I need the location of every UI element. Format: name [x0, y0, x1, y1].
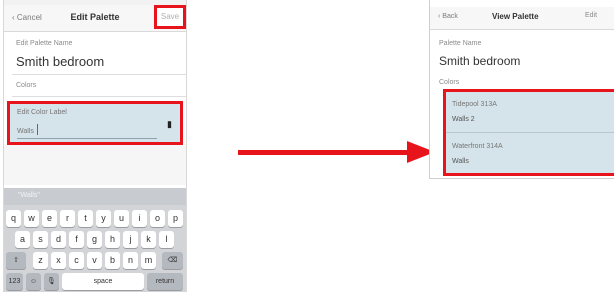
- key-f[interactable]: f: [69, 231, 84, 248]
- colors-section-label: Colors: [439, 79, 460, 86]
- key-d[interactable]: d: [51, 231, 66, 248]
- key-c[interactable]: c: [69, 252, 84, 269]
- color-label-input[interactable]: [17, 124, 157, 139]
- shift-key[interactable]: ⇧: [6, 252, 26, 269]
- list-item[interactable]: Tidepool 313A Walls 2: [452, 101, 497, 123]
- keyboard-suggestion-bar[interactable]: "Walls": [4, 188, 186, 205]
- edit-palette-screen: ‹ Cancel Edit Palette Save Edit Palette …: [3, 0, 187, 292]
- key-e[interactable]: e: [42, 210, 57, 227]
- key-a[interactable]: a: [15, 231, 30, 248]
- divider: [446, 132, 614, 133]
- key-g[interactable]: g: [87, 231, 102, 248]
- key-z[interactable]: z: [33, 252, 48, 269]
- palette-name-value: Smith bedroom: [439, 54, 521, 68]
- key-w[interactable]: w: [24, 210, 39, 227]
- key-b[interactable]: b: [105, 252, 120, 269]
- microphone-icon: 🎙: [47, 278, 56, 285]
- emoji-key[interactable]: ☺: [26, 273, 41, 290]
- dictation-key[interactable]: 🎙: [44, 273, 59, 290]
- key-t[interactable]: t: [78, 210, 93, 227]
- colors-list: Tidepool 313A Walls 2 Waterfront 314A Wa…: [443, 89, 614, 176]
- space-key[interactable]: space: [62, 273, 144, 290]
- edit-button[interactable]: Edit: [585, 12, 597, 19]
- key-q[interactable]: q: [6, 210, 21, 227]
- emoji-icon: ☺: [29, 278, 38, 285]
- keyboard-row-4: 123 ☺ 🎙 space return: [4, 273, 186, 290]
- key-r[interactable]: r: [60, 210, 75, 227]
- text-cursor: [37, 124, 38, 135]
- list-item[interactable]: Waterfront 314A Walls: [452, 143, 503, 165]
- palette-name-label: Edit Palette Name: [16, 40, 73, 47]
- divider: [12, 74, 186, 75]
- key-m[interactable]: m: [141, 252, 156, 269]
- palette-name-field[interactable]: Smith bedroom: [16, 54, 104, 69]
- key-o[interactable]: o: [150, 210, 165, 227]
- key-h[interactable]: h: [105, 231, 120, 248]
- list-empty-area: [4, 145, 186, 185]
- palette-name-label: Palette Name: [439, 40, 482, 47]
- key-p[interactable]: p: [168, 210, 183, 227]
- key-x[interactable]: x: [51, 252, 66, 269]
- keyboard-row-3: ⇧ z x c v b n m ⌫: [4, 252, 186, 269]
- numbers-key[interactable]: 123: [6, 273, 23, 290]
- key-j[interactable]: j: [123, 231, 138, 248]
- key-v[interactable]: v: [87, 252, 102, 269]
- keyboard-row-2: a s d f g h j k l: [4, 231, 186, 248]
- return-key[interactable]: return: [147, 273, 183, 290]
- key-y[interactable]: y: [96, 210, 111, 227]
- key-u[interactable]: u: [114, 210, 129, 227]
- color-label: Walls: [452, 158, 469, 165]
- edit-color-label-caption: Edit Color Label: [17, 109, 67, 116]
- keyboard-row-1: q w e r t y u i o p: [4, 210, 186, 227]
- key-k[interactable]: k: [141, 231, 156, 248]
- navigation-bar: ‹ Cancel Edit Palette Save: [4, 5, 186, 32]
- divider: [12, 96, 186, 97]
- colors-section-label: Colors: [16, 82, 37, 89]
- key-n[interactable]: n: [123, 252, 138, 269]
- suggestion-text[interactable]: "Walls": [18, 192, 40, 199]
- key-i[interactable]: i: [132, 210, 147, 227]
- chevron-left-icon: ‹: [438, 13, 441, 20]
- page-title: View Palette: [492, 12, 539, 21]
- color-label: Walls 2: [452, 116, 475, 123]
- drag-handle-icon[interactable]: ▮: [167, 119, 172, 130]
- back-button[interactable]: ‹ Back: [438, 13, 458, 20]
- backspace-icon: ⌫: [167, 257, 178, 264]
- navigation-bar: ‹ Back View Palette Edit: [430, 7, 614, 30]
- transition-arrow: [238, 150, 408, 155]
- edit-color-label-row[interactable]: Edit Color Label ▮: [7, 101, 183, 145]
- save-button[interactable]: Save: [154, 5, 186, 29]
- key-l[interactable]: l: [159, 231, 174, 248]
- key-s[interactable]: s: [33, 231, 48, 248]
- backspace-key[interactable]: ⌫: [162, 252, 183, 269]
- color-name: Waterfront 314A: [452, 143, 503, 150]
- color-name: Tidepool 313A: [452, 101, 497, 108]
- shift-icon: ⇧: [13, 257, 19, 264]
- on-screen-keyboard: "Walls" q w e r t y u i o p a s d f g h …: [4, 188, 186, 292]
